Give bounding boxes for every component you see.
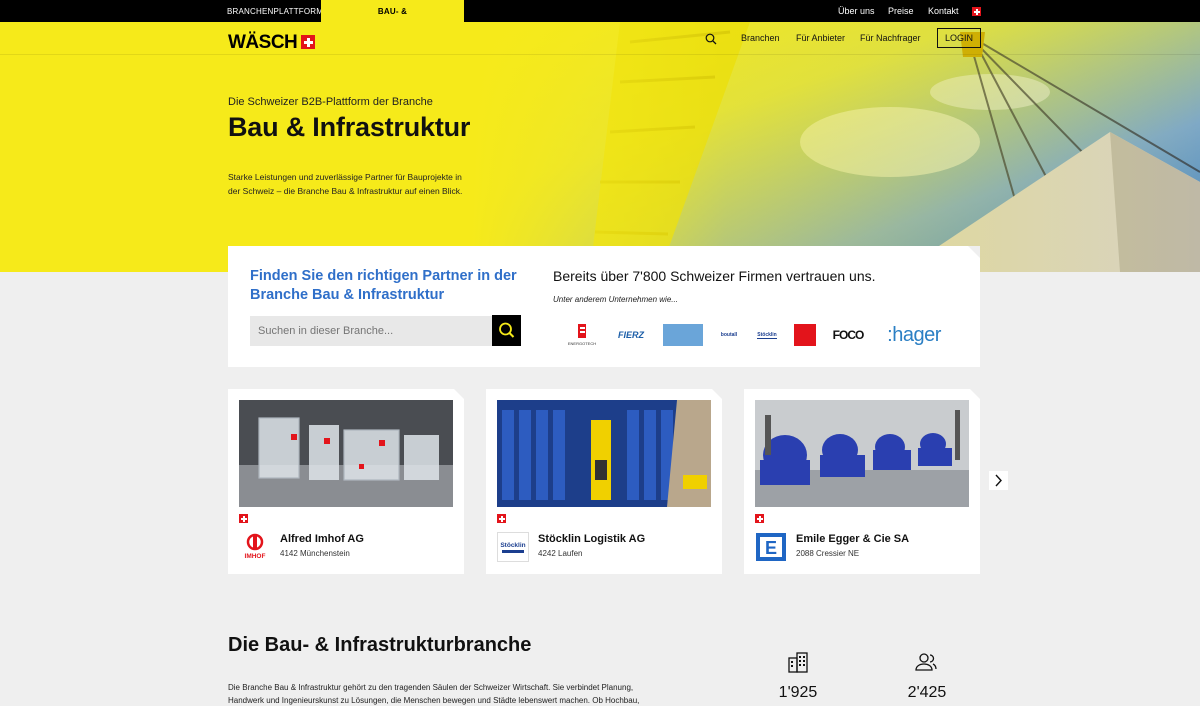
branch-search-input[interactable]: [250, 316, 493, 346]
svg-text:IMHOF: IMHOF: [245, 553, 266, 560]
brand-logo-red: [794, 324, 816, 346]
trust-subline: Unter anderem Unternehmen wie...: [553, 295, 678, 304]
language-flag-icon[interactable]: [972, 7, 981, 16]
brand-logo-foco: FOCO: [832, 328, 865, 342]
brand-logo-energotech: ENERGOTECH: [564, 324, 600, 346]
tab-branchenplattform[interactable]: BRANCHENPLATTFORM: [227, 0, 323, 22]
hero-title: Bau & Infrastruktur: [228, 112, 471, 142]
swiss-flag-icon: [755, 514, 764, 523]
brand-logo-tile: [663, 324, 703, 346]
company-card[interactable]: Stöcklin Stöcklin Logistik AG 4242 Laufe…: [486, 389, 722, 574]
company-location: 4242 Laufen: [538, 549, 583, 558]
company-photo: [755, 400, 969, 507]
link-preise[interactable]: Preise: [888, 0, 914, 22]
stat-users-value: 2'425: [907, 684, 947, 701]
company-logo-imhof: IMHOF: [245, 533, 266, 560]
tab-bau-infrastruktur[interactable]: BAU- & INFRASTRUKTURBRANCHE: [321, 0, 464, 40]
brand-logo-fierz: FIERZ: [618, 330, 644, 340]
section-title: Die Bau- & Infrastrukturbranche: [228, 634, 532, 656]
company-logo-egger: E: [756, 533, 786, 561]
company-name[interactable]: Alfred Imhof AG: [280, 533, 364, 545]
company-location: 2088 Cressier NE: [796, 549, 860, 558]
company-name[interactable]: Emile Egger & Cie SA: [796, 533, 909, 545]
login-button[interactable]: LOGIN: [937, 28, 981, 48]
link-ueber-uns[interactable]: Über uns: [838, 0, 875, 22]
company-location: 4142 Münchenstein: [280, 549, 350, 558]
swiss-flag-icon: [239, 514, 248, 523]
company-name[interactable]: Stöcklin Logistik AG: [538, 533, 645, 545]
logo-swiss-cross-icon: [301, 35, 315, 49]
chevron-right-icon: [995, 474, 1002, 487]
nav-fuer-nachfrager[interactable]: Für Nachfrager: [860, 33, 921, 43]
hero-description: Starke Leistungen und zuverlässige Partn…: [228, 172, 463, 196]
section-text: Die Branche Bau & Infrastruktur gehört z…: [228, 683, 640, 705]
search-card-title: Finden Sie den richtigen Partner in der …: [250, 268, 517, 303]
link-kontakt[interactable]: Kontakt: [928, 0, 959, 22]
search-card: Finden Sie den richtigen Partner in der …: [228, 246, 980, 367]
brand-logo-boutall: boutall: [720, 332, 738, 338]
brand-logo-stoecklin: Stöcklin: [757, 331, 777, 339]
nav-fuer-anbieter[interactable]: Für Anbieter: [796, 33, 845, 43]
top-bar: BRANCHENPLATTFORM BAU- & INFRASTRUKTURBR…: [0, 0, 1200, 40]
company-photo: [239, 400, 453, 507]
company-card[interactable]: IMHOF Alfred Imhof AG 4142 Münchenstein: [228, 389, 464, 574]
users-icon: [915, 653, 937, 671]
search-icon[interactable]: [705, 33, 717, 45]
company-photo: [497, 400, 711, 507]
company-logo-stoecklin: Stöcklin: [497, 532, 529, 562]
nav-branchen[interactable]: Branchen: [741, 33, 780, 43]
stat-companies-value: 1'925: [778, 684, 818, 701]
hero: WÄSCH Branchen Für Anbieter Für Nachfrag…: [0, 22, 1200, 272]
hero-kicker: Die Schweizer B2B-Plattform der Branche: [228, 96, 433, 108]
svg-text:Stöcklin: Stöcklin: [500, 542, 525, 549]
carousel-next-button[interactable]: [989, 471, 1008, 490]
main-nav: WÄSCH Branchen Für Anbieter Für Nachfrag…: [0, 22, 1200, 55]
hero-crane-photo: [470, 22, 1200, 272]
brand-logo-hager: :hager: [887, 323, 941, 346]
logo[interactable]: WÄSCH: [228, 32, 298, 54]
buildings-icon: [788, 652, 808, 673]
company-card[interactable]: E Emile Egger & Cie SA 2088 Cressier NE: [744, 389, 980, 574]
trust-headline: Bereits über 7'800 Schweizer Firmen vert…: [553, 268, 876, 284]
swiss-flag-icon: [497, 514, 506, 523]
svg-text:E: E: [765, 538, 777, 558]
search-submit-button[interactable]: [492, 315, 521, 346]
search-icon: [499, 322, 515, 338]
